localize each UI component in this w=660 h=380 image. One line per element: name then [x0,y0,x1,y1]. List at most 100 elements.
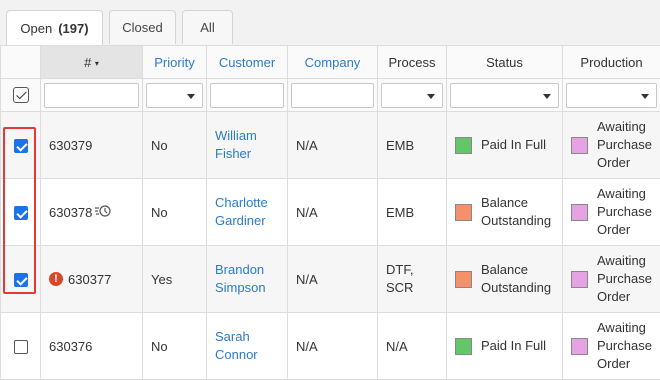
tab-closed[interactable]: Closed [109,10,176,44]
customer-last-name: Connor [215,346,287,364]
priority-value: No [143,179,207,246]
row-select-cell [1,112,41,179]
production-cell: Awaiting Purchase Order [563,179,660,246]
filter-status-select[interactable] [450,83,559,108]
status-cell: Balance Outstanding [447,246,563,313]
row-checkbox[interactable] [14,206,28,220]
header-row: # ▾ Priority Customer Company Process St… [1,46,660,79]
header-production: Production [563,46,660,79]
production-line-1: Awaiting [597,185,652,203]
tab-closed-label: Closed [122,20,162,35]
company-value: N/A [288,179,378,246]
filter-priority-select[interactable] [146,83,203,108]
status-cell: Paid In Full [447,313,563,380]
header-customer[interactable]: Customer [207,46,288,79]
header-select [1,46,41,79]
process-value: DTF, SCR [378,246,447,313]
filter-number-cell [41,79,143,112]
process-line-1: N/A [386,339,446,354]
row-select-cell [1,179,41,246]
header-number-label: # [84,55,91,70]
priority-alert-icon: ! [49,272,63,286]
company-value: N/A [288,246,378,313]
filter-production-select[interactable] [566,83,657,108]
filter-row [1,79,660,112]
status-line-1: Balance [481,261,551,279]
production-line-2: Purchase [597,203,652,221]
production-cell: Awaiting Purchase Order [563,246,660,313]
status-line-2: Outstanding [481,212,551,230]
table-row[interactable]: 630379 No William Fisher N/A EMB Paid In… [1,112,660,179]
order-number-cell[interactable]: ! 630377 [41,246,143,313]
status-cell: Paid In Full [447,112,563,179]
filter-status-cell [447,79,563,112]
status-line-1: Paid In Full [481,137,546,152]
production-line-1: Awaiting [597,252,652,270]
header-number[interactable]: # ▾ [41,46,143,79]
row-checkbox[interactable] [14,139,28,153]
production-line-3: Order [597,154,652,172]
process-value: EMB [378,179,447,246]
customer-last-name: Gardiner [215,212,287,230]
header-priority[interactable]: Priority [143,46,207,79]
process-line-2: SCR [386,279,446,297]
select-all-checkbox[interactable] [13,87,29,103]
order-number[interactable]: 630379 [41,112,143,179]
tab-bar: Open (197) Closed All [0,0,660,46]
priority-value: No [143,313,207,380]
chevron-down-icon [187,94,195,99]
status-color-swatch [455,137,472,154]
table-row[interactable]: 630376 No Sarah Connor N/A N/A Paid In F… [1,313,660,380]
header-company[interactable]: Company [288,46,378,79]
customer-first-name: William [215,127,287,145]
process-line-1: EMB [386,138,446,153]
customer-link[interactable]: Sarah Connor [207,313,288,380]
order-number[interactable]: 630376 [41,313,143,380]
customer-first-name: Charlotte [215,194,287,212]
select-all-cell [1,79,41,112]
customer-link[interactable]: William Fisher [207,112,288,179]
production-line-3: Order [597,221,652,239]
tab-open-label: Open [20,21,52,36]
customer-link[interactable]: Brandon Simpson [207,246,288,313]
status-color-swatch [455,204,472,221]
header-process: Process [378,46,447,79]
status-color-swatch [455,271,472,288]
customer-link[interactable]: Charlotte Gardiner [207,179,288,246]
customer-last-name: Fisher [215,145,287,163]
row-checkbox[interactable] [14,273,28,287]
orders-table: # ▾ Priority Customer Company Process St… [0,45,660,380]
tab-open[interactable]: Open (197) [6,10,103,46]
process-value: N/A [378,313,447,380]
header-status: Status [447,46,563,79]
process-value: EMB [378,112,447,179]
status-color-swatch [455,338,472,355]
history-clock-icon[interactable] [95,204,111,221]
production-color-swatch [571,204,588,221]
status-line-2: Outstanding [481,279,551,297]
production-line-2: Purchase [597,270,652,288]
production-line-2: Purchase [597,337,652,355]
production-color-swatch [571,137,588,154]
order-number-cell[interactable]: 630378 [41,179,143,246]
filter-company-cell [288,79,378,112]
production-color-swatch [571,271,588,288]
chevron-down-icon [427,94,435,99]
status-line-1: Paid In Full [481,338,546,353]
tab-all[interactable]: All [182,10,233,44]
filter-company-input[interactable] [291,83,374,108]
table-row[interactable]: ! 630377 Yes Brandon Simpson N/A DTF, SC… [1,246,660,313]
row-checkbox[interactable] [14,340,28,354]
production-line-1: Awaiting [597,319,652,337]
customer-first-name: Sarah [215,328,287,346]
filter-number-input[interactable] [44,83,139,108]
company-value: N/A [288,313,378,380]
production-line-1: Awaiting [597,118,652,136]
chevron-down-icon [543,94,551,99]
order-number: 630377 [68,272,111,287]
process-line-1: EMB [386,205,446,220]
filter-customer-input[interactable] [210,83,284,108]
filter-customer-cell [207,79,288,112]
table-row[interactable]: 630378 No Charlotte Gardiner [1,179,660,246]
filter-process-select[interactable] [381,83,443,108]
